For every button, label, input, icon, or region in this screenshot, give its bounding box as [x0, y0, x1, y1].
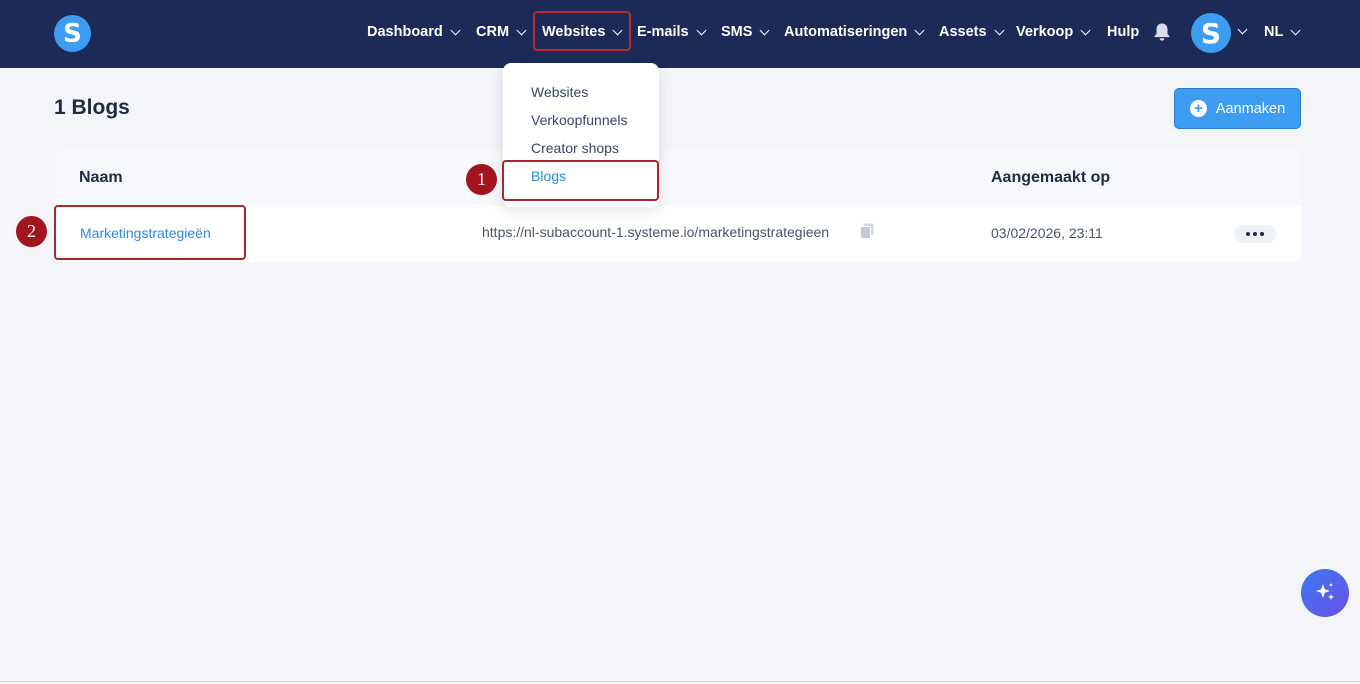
more-actions-button[interactable] [1234, 225, 1276, 243]
nav-hulp[interactable]: Hulp [1107, 19, 1139, 45]
table-header: Naam Aangemaakt op [55, 150, 1301, 206]
avatar[interactable]: S [1191, 13, 1231, 53]
dot-icon [1253, 232, 1257, 236]
blog-name-link[interactable]: Marketingstrategieën [80, 225, 211, 241]
blog-url: https://nl-subaccount-1.systeme.io/marke… [482, 224, 830, 240]
nav-sms-label: SMS [721, 24, 753, 40]
nav-websites-label: Websites [542, 24, 606, 40]
chevron-down-icon [1080, 25, 1091, 35]
plus-icon: + [1189, 100, 1207, 117]
table-row: Marketingstrategieën https://nl-subaccou… [55, 206, 1301, 262]
nav-automatiseringen[interactable]: Automatiseringen [784, 19, 925, 45]
step-marker-1: 1 [466, 164, 497, 195]
dot-icon [1260, 232, 1264, 236]
dot-icon [1246, 232, 1250, 236]
chevron-down-icon [1290, 25, 1301, 35]
chevron-down-icon [759, 25, 770, 35]
column-header-naam: Naam [79, 169, 123, 186]
top-navigation-bar: S Dashboard CRM Websites E-mails SMS Aut… [0, 0, 1360, 68]
copy-icon[interactable] [860, 223, 874, 239]
nav-emails[interactable]: E-mails [637, 19, 707, 45]
nav-crm-label: CRM [476, 24, 510, 40]
chevron-down-icon [450, 25, 461, 35]
nav-crm[interactable]: CRM [476, 19, 527, 45]
column-header-aangemaakt-op: Aangemaakt op [991, 169, 1111, 186]
blogs-table: Naam Aangemaakt op Marketingstrategieën … [55, 150, 1301, 262]
bottom-divider [0, 681, 1360, 682]
menu-item-blogs[interactable]: Blogs [531, 168, 566, 184]
chevron-down-icon [516, 25, 527, 35]
app-logo[interactable]: S [54, 15, 91, 52]
menu-item-creator-shops[interactable]: Creator shops [531, 140, 619, 156]
step-marker-2: 2 [16, 216, 47, 247]
chevron-down-icon [612, 25, 623, 35]
nav-websites[interactable]: Websites [542, 19, 623, 45]
nav-hulp-label: Hulp [1107, 24, 1140, 40]
language-label: NL [1264, 24, 1284, 40]
chevron-down-icon [994, 25, 1005, 35]
sparkle-icon [1316, 583, 1334, 600]
nav-dashboard-label: Dashboard [367, 24, 443, 40]
chevron-down-icon[interactable] [1237, 24, 1248, 35]
nav-dashboard[interactable]: Dashboard [367, 19, 461, 45]
menu-item-verkoopfunnels[interactable]: Verkoopfunnels [531, 112, 628, 128]
ai-assistant-button[interactable] [1301, 569, 1349, 617]
nav-automatiseringen-label: Automatiseringen [784, 24, 908, 40]
nav-verkoop[interactable]: Verkoop [1016, 19, 1091, 45]
nav-sms[interactable]: SMS [721, 19, 770, 45]
bell-icon[interactable] [1153, 22, 1171, 42]
websites-dropdown-menu: Websites Verkoopfunnels Creator shops Bl… [503, 63, 659, 207]
menu-item-websites[interactable]: Websites [531, 84, 588, 100]
blog-created-date: 03/02/2026, 23:11 [991, 225, 1103, 241]
create-button[interactable]: + Aanmaken [1174, 88, 1301, 129]
page-title: 1 Blogs [54, 96, 130, 119]
nav-verkoop-label: Verkoop [1016, 24, 1074, 40]
chevron-down-icon [696, 25, 707, 35]
chevron-down-icon [914, 25, 925, 35]
create-button-label: Aanmaken [1215, 100, 1286, 117]
language-selector[interactable]: NL [1264, 19, 1301, 45]
nav-assets[interactable]: Assets [939, 19, 1005, 45]
nav-emails-label: E-mails [637, 24, 689, 40]
nav-assets-label: Assets [939, 24, 987, 40]
